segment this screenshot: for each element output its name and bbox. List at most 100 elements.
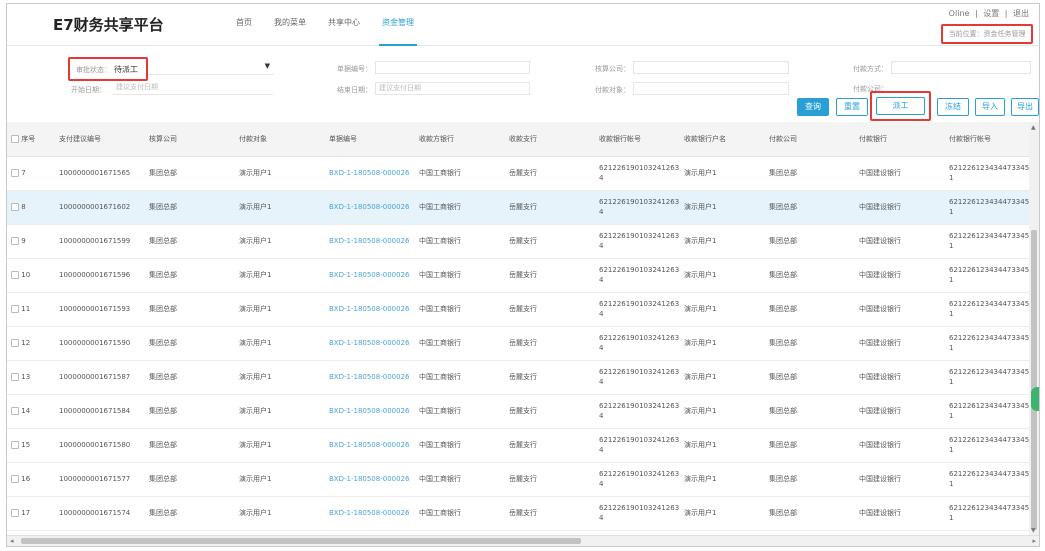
- cell-company: 集团总部: [149, 203, 177, 211]
- nav-fund-management[interactable]: 资金管理: [371, 4, 425, 46]
- header-cell[interactable]: 收款银行户名: [680, 122, 765, 157]
- cell-seq: 7: [7, 156, 55, 190]
- row-checkbox[interactable]: [11, 339, 19, 347]
- table-row[interactable]: 15 1000000001671580 集团总部 演示用户1 BXD-1-180508-…: [7, 428, 1031, 462]
- row-checkbox[interactable]: [11, 203, 19, 211]
- nav-home[interactable]: 首页: [225, 4, 263, 46]
- scroll-up-icon[interactable]: ▲: [1031, 124, 1036, 131]
- settings-link[interactable]: 设置: [983, 9, 999, 18]
- cell-seq: 11: [7, 292, 55, 326]
- cell-doc-no[interactable]: BXD-1-180508-000026: [325, 428, 415, 462]
- cell-target: 演示用户1: [239, 475, 272, 483]
- header-cell[interactable]: 付款银行: [855, 122, 945, 157]
- row-checkbox[interactable]: [11, 237, 19, 245]
- end-date-input[interactable]: 建议支付日期: [375, 82, 530, 95]
- export-button[interactable]: 导出: [1011, 98, 1039, 116]
- status-select[interactable]: ▼: [148, 62, 274, 75]
- table-row[interactable]: 16 1000000001671577 集团总部 演示用户1 BXD-1-180508-…: [7, 462, 1031, 496]
- table-row[interactable]: 9 1000000001671599 集团总部 演示用户1 BXD-1-180508-0…: [7, 224, 1031, 258]
- cell-doc-no[interactable]: BXD-1-180508-000026: [325, 190, 415, 224]
- table-row[interactable]: 7 1000000001671565 集团总部 演示用户1 BXD-1-180508-0…: [7, 156, 1031, 190]
- scroll-left-icon[interactable]: ◂: [10, 537, 14, 545]
- vertical-scrollbar[interactable]: ▲ ▼: [1029, 122, 1039, 536]
- query-button[interactable]: 查询: [797, 98, 829, 116]
- nav-shared-center[interactable]: 共享中心: [317, 4, 371, 46]
- start-date-label: 开始日期：: [71, 86, 106, 94]
- header-cell[interactable]: 付款公司: [765, 122, 855, 157]
- cell-target: 演示用户1: [239, 271, 272, 279]
- cell-suggest-no: 1000000001671577: [59, 475, 131, 483]
- header-cell[interactable]: 收款支行: [505, 122, 595, 157]
- select-all-checkbox[interactable]: [11, 134, 19, 143]
- header-cell[interactable]: 核算公司: [145, 122, 235, 157]
- header-cell[interactable]: 收款银行帐号: [595, 122, 680, 157]
- company-input[interactable]: [633, 61, 789, 74]
- vertical-scroll-thumb[interactable]: [1031, 230, 1037, 530]
- method-input[interactable]: [891, 61, 1031, 74]
- header-cell[interactable]: 收款方银行: [415, 122, 505, 157]
- cell-doc-no[interactable]: BXD-1-180508-000026: [325, 394, 415, 428]
- cell-doc-no[interactable]: BXD-1-180508-000026: [325, 462, 415, 496]
- cell-suggest-no: 1000000001671565: [59, 169, 131, 177]
- table-row[interactable]: 14 1000000001671584 集团总部 演示用户1 BXD-1-180508-…: [7, 394, 1031, 428]
- import-button[interactable]: 导入: [975, 98, 1005, 116]
- scroll-down-icon[interactable]: ▼: [1031, 527, 1036, 534]
- cell-payee-branch: 岳麓支行: [509, 441, 537, 449]
- cell-doc-no[interactable]: BXD-1-180508-000026: [325, 496, 415, 530]
- cell-pay-company: 集团总部: [769, 373, 797, 381]
- cell-payee-account: 621226190103241263 4: [599, 198, 680, 216]
- reset-button[interactable]: 重置: [836, 98, 868, 116]
- cell-suggest-no: 1000000001671584: [59, 407, 131, 415]
- dispatch-button[interactable]: 派工: [876, 97, 925, 115]
- cell-doc-no[interactable]: BXD-1-180508-000026: [325, 224, 415, 258]
- user-link[interactable]: Oline: [949, 9, 970, 18]
- row-checkbox[interactable]: [11, 509, 19, 517]
- side-float-button[interactable]: [1031, 387, 1039, 411]
- cell-doc-no[interactable]: BXD-1-180508-000026: [325, 258, 415, 292]
- separator: |: [1004, 9, 1008, 18]
- cell-suggest-no: 1000000001671580: [59, 441, 131, 449]
- cell-target: 演示用户1: [239, 203, 272, 211]
- company-label: 核算公司：: [595, 65, 630, 73]
- freeze-button[interactable]: 冻结: [937, 98, 969, 116]
- horizontal-scroll-thumb[interactable]: [21, 538, 581, 544]
- cell-doc-no[interactable]: BXD-1-180508-000026: [325, 156, 415, 190]
- target-input[interactable]: [633, 82, 789, 95]
- table-row[interactable]: 11 1000000001671593 集团总部 演示用户1 BXD-1-180508-…: [7, 292, 1031, 326]
- table-row[interactable]: 10 1000000001671596 集团总部 演示用户1 BXD-1-180508-…: [7, 258, 1031, 292]
- cell-payee-name: 演示用户1: [684, 373, 717, 381]
- horizontal-scrollbar[interactable]: ◂ ▸: [7, 535, 1039, 546]
- cell-doc-no[interactable]: BXD-1-180508-000026: [325, 292, 415, 326]
- row-checkbox[interactable]: [11, 475, 19, 483]
- cell-payee-name: 演示用户1: [684, 509, 717, 517]
- header-cell[interactable]: 支付建议编号: [55, 122, 145, 157]
- doc-no-input[interactable]: [375, 61, 530, 74]
- row-checkbox[interactable]: [11, 305, 19, 313]
- cell-payee-account: 621226190103241263 4: [599, 402, 680, 420]
- cell-suggest-no: 1000000001671593: [59, 305, 131, 313]
- cell-payee-bank: 中国工商银行: [419, 271, 461, 279]
- scroll-right-icon[interactable]: ▸: [1032, 537, 1036, 545]
- cell-doc-no[interactable]: BXD-1-180508-000026: [325, 326, 415, 360]
- table-row[interactable]: 13 1000000001671587 集团总部 演示用户1 BXD-1-180508-…: [7, 360, 1031, 394]
- row-checkbox[interactable]: [11, 441, 19, 449]
- logout-link[interactable]: 退出: [1013, 9, 1029, 18]
- cell-pay-company: 集团总部: [769, 475, 797, 483]
- table-row[interactable]: 17 1000000001671574 集团总部 演示用户1 BXD-1-180508-…: [7, 496, 1031, 530]
- end-date-label: 结束日期：: [337, 86, 372, 94]
- table-row[interactable]: 8 1000000001671602 集团总部 演示用户1 BXD-1-180508-0…: [7, 190, 1031, 224]
- row-checkbox[interactable]: [11, 407, 19, 415]
- header-cell[interactable]: 付款银行帐号: [945, 122, 1031, 157]
- row-checkbox[interactable]: [11, 271, 19, 279]
- table-row[interactable]: 12 1000000001671590 集团总部 演示用户1 BXD-1-180508-…: [7, 326, 1031, 360]
- cell-pay-company: 集团总部: [769, 441, 797, 449]
- header-cell[interactable]: 单据编号: [325, 122, 415, 157]
- header-cell[interactable]: 付款对象: [235, 122, 325, 157]
- cell-pay-account: 621226123434473345 1: [949, 436, 1030, 454]
- cell-doc-no[interactable]: BXD-1-180508-000026: [325, 360, 415, 394]
- status-value: 待派工: [114, 65, 138, 74]
- nav-my-menu[interactable]: 我的菜单: [263, 4, 317, 46]
- row-checkbox[interactable]: [11, 373, 19, 381]
- start-date-input[interactable]: 建议支付日期: [113, 82, 273, 95]
- row-checkbox[interactable]: [11, 169, 19, 177]
